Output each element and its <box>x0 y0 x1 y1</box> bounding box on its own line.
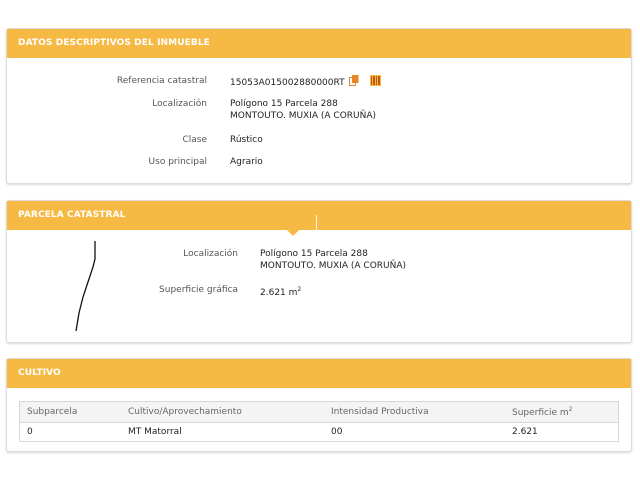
parcela-localizacion-line2: MONTOUTO. MUXIA (A CORUÑA) <box>260 261 407 271</box>
superficie-number: 2.621 m <box>260 288 298 298</box>
superficie-exponent: 2 <box>297 286 302 293</box>
referencia-label: Referencia catastral <box>116 76 207 86</box>
cultivo-header-row: Subparcela Cultivo/Aprovechamiento Inten… <box>19 401 619 423</box>
cell-cultivo: MT Matorral <box>121 422 324 442</box>
localizacion-line2: MONTOUTO. MUXIA (A CORUÑA) <box>230 111 377 121</box>
cell-subparcela: 0 <box>19 422 121 442</box>
col-superficie-text: Superficie m <box>512 408 569 418</box>
col-intensidad: Intensidad Productiva <box>324 401 505 423</box>
tab-notch <box>287 230 299 236</box>
localizacion-line1: Polígono 15 Parcela 288 <box>230 99 338 109</box>
header-divider <box>316 215 317 230</box>
col-subparcela: Subparcela <box>19 401 121 423</box>
cultivo-table: Subparcela Cultivo/Aprovechamiento Inten… <box>19 401 619 442</box>
superficie-label: Superficie gráfica <box>159 285 238 295</box>
cell-superficie: 2.621 <box>505 422 619 442</box>
col-superficie-exponent: 2 <box>568 406 573 413</box>
datos-descriptivos-panel: DATOS DESCRIPTIVOS DEL INMUEBLE Referenc… <box>6 28 632 184</box>
cultivo-panel: CULTIVO Subparcela Cultivo/Aprovechamien… <box>6 358 632 452</box>
clase-value: Rústico <box>230 135 263 145</box>
parcela-localizacion-line1: Polígono 15 Parcela 288 <box>260 249 368 259</box>
col-superficie: Superficie m2 <box>505 401 619 423</box>
barcode-icon[interactable] <box>370 75 382 90</box>
table-row: 0 MT Matorral 00 2.621 <box>19 422 619 442</box>
superficie-value: 2.621 m2 <box>260 284 301 299</box>
parcela-catastral-header: PARCELA CATASTRAL <box>7 201 631 236</box>
referencia-text: 15053A015002880000RT <box>230 78 345 88</box>
parcela-catastral-title: PARCELA CATASTRAL <box>18 210 126 220</box>
clase-label: Clase <box>182 135 207 145</box>
col-cultivo: Cultivo/Aprovechamiento <box>121 401 324 423</box>
parcela-localizacion-label: Localización <box>183 249 238 259</box>
localizacion-label: Localización <box>152 99 207 109</box>
uso-value: Agrario <box>230 157 263 167</box>
datos-descriptivos-header: DATOS DESCRIPTIVOS DEL INMUEBLE <box>7 29 631 58</box>
copy-icon[interactable] <box>349 75 359 90</box>
uso-label: Uso principal <box>148 157 207 167</box>
referencia-value: 15053A015002880000RT <box>230 75 382 90</box>
parcela-catastral-panel: PARCELA CATASTRAL Localización Polígono … <box>6 200 632 343</box>
cultivo-header: CULTIVO <box>7 359 631 388</box>
cell-intensidad: 00 <box>324 422 505 442</box>
